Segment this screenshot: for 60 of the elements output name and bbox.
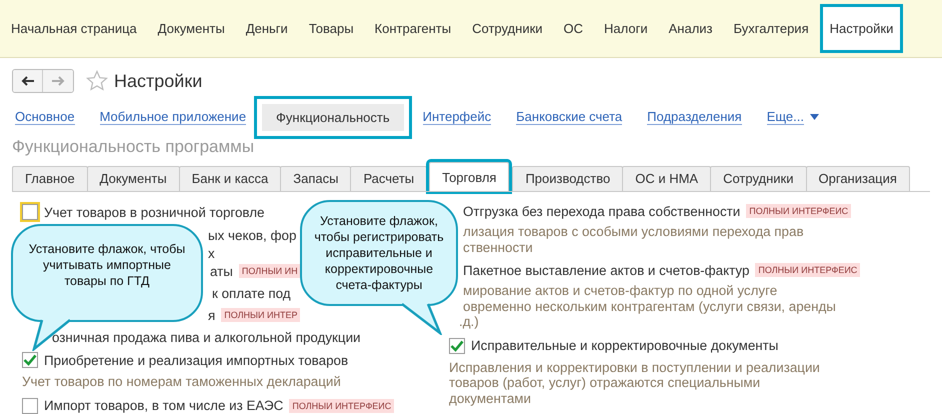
full-interface-tag: ПОЛНЫИ ИНТЕРФЕИС <box>755 263 860 277</box>
option-text: ых чеков, фор <box>208 228 296 242</box>
tab[interactable]: Организация <box>806 166 910 191</box>
full-interface-tag: ПОЛНЫИ ИНТЕРФЕИС <box>746 204 852 218</box>
full-interface-tag: ПОЛНЫИ ИНТЕРФЕИС <box>289 398 394 412</box>
nav-item[interactable]: Налоги <box>594 4 658 53</box>
option-text: аты <box>210 264 233 278</box>
option-label: Приобретение и реализация импортных товаров <box>44 352 348 368</box>
checkbox[interactable] <box>22 352 38 368</box>
nav-item[interactable]: Деньги <box>236 4 298 53</box>
tab[interactable]: Торговля <box>429 162 510 191</box>
option-label: Импорт товаров, в том числе из ЕАЭС <box>44 398 284 413</box>
tab[interactable]: ОС и НМА <box>622 166 712 191</box>
option-text: Отгрузка без перехода права собственности <box>463 204 740 218</box>
section-link[interactable]: Еще... <box>764 106 822 128</box>
favorite-star-icon[interactable] <box>86 70 108 92</box>
section-link[interactable]: Банковские счета <box>513 106 626 128</box>
callout-tail <box>400 303 442 335</box>
option-label: Исправительные и корректировочные документы <box>471 338 778 353</box>
section-link[interactable]: Функциональность <box>254 96 412 138</box>
forward-arrow-icon <box>51 76 65 86</box>
option-text: к оплате под <box>212 286 291 300</box>
nav-item[interactable]: Настройки <box>820 4 904 53</box>
section-heading: Функциональность программы <box>11 137 256 158</box>
nav-item[interactable]: Анализ <box>658 4 723 53</box>
checkbox[interactable] <box>22 398 38 414</box>
tab[interactable]: Расчеты <box>350 166 428 191</box>
section-link[interactable]: Основное <box>12 106 78 128</box>
option-description: Исправления и корректировки в поступлении и реализации товаров (работ, услуг) отражаются специальными документами <box>449 358 820 408</box>
full-interface-tag: ПОЛНЫИ ИНТЕР <box>221 308 300 322</box>
callout-bubble: Установите флажок, чтобы регистрировать исправительные и корректировочные счета-фактуры <box>300 200 458 306</box>
option-label: Учет товаров в розничной торговле <box>44 204 264 220</box>
section-link[interactable]: Интерфейс <box>420 106 494 128</box>
tab[interactable]: Производство <box>512 166 624 191</box>
back-arrow-icon <box>20 76 34 86</box>
window-title: Настройки <box>114 70 202 92</box>
full-interface-tag: ПОЛНЫИ ИН <box>238 264 301 278</box>
tab[interactable]: Документы <box>86 166 180 191</box>
tab[interactable]: Сотрудники <box>710 166 807 191</box>
section-link[interactable]: Подразделения <box>644 106 745 128</box>
tab[interactable]: Запасы <box>280 166 352 191</box>
back-button[interactable] <box>13 70 43 92</box>
nav-item[interactable]: Начальная страница <box>1 4 147 53</box>
nav-item[interactable]: Контрагенты <box>364 4 462 53</box>
option-description: лизация товаров с особыми условиями перехода прав ственности <box>463 223 804 256</box>
nav-item[interactable]: Документы <box>148 4 235 53</box>
nav-item[interactable]: Товары <box>298 4 364 53</box>
section-link[interactable]: Мобильное приложение <box>96 106 250 128</box>
option-text: Пакетное выставление актов и счетов-фактур <box>463 262 750 278</box>
option-text: х <box>208 246 215 260</box>
tab[interactable]: Банк и касса <box>178 166 282 191</box>
nav-item[interactable]: Сотрудники <box>462 4 553 53</box>
option-text: озничная продажа пива и алкогольной продукции <box>52 330 361 344</box>
tab[interactable]: Главное <box>12 166 88 191</box>
option-description: Учет товаров по номерам таможенных деклараций <box>22 373 341 391</box>
checkbox[interactable] <box>449 338 465 354</box>
callout-bubble: Установите флажок, чтобы учитывать импортные товары по ГТД <box>11 224 203 322</box>
option-text: я <box>208 308 216 322</box>
nav-item[interactable]: Бухгалтерия <box>724 4 819 53</box>
nav-item[interactable]: ОС <box>554 4 594 53</box>
